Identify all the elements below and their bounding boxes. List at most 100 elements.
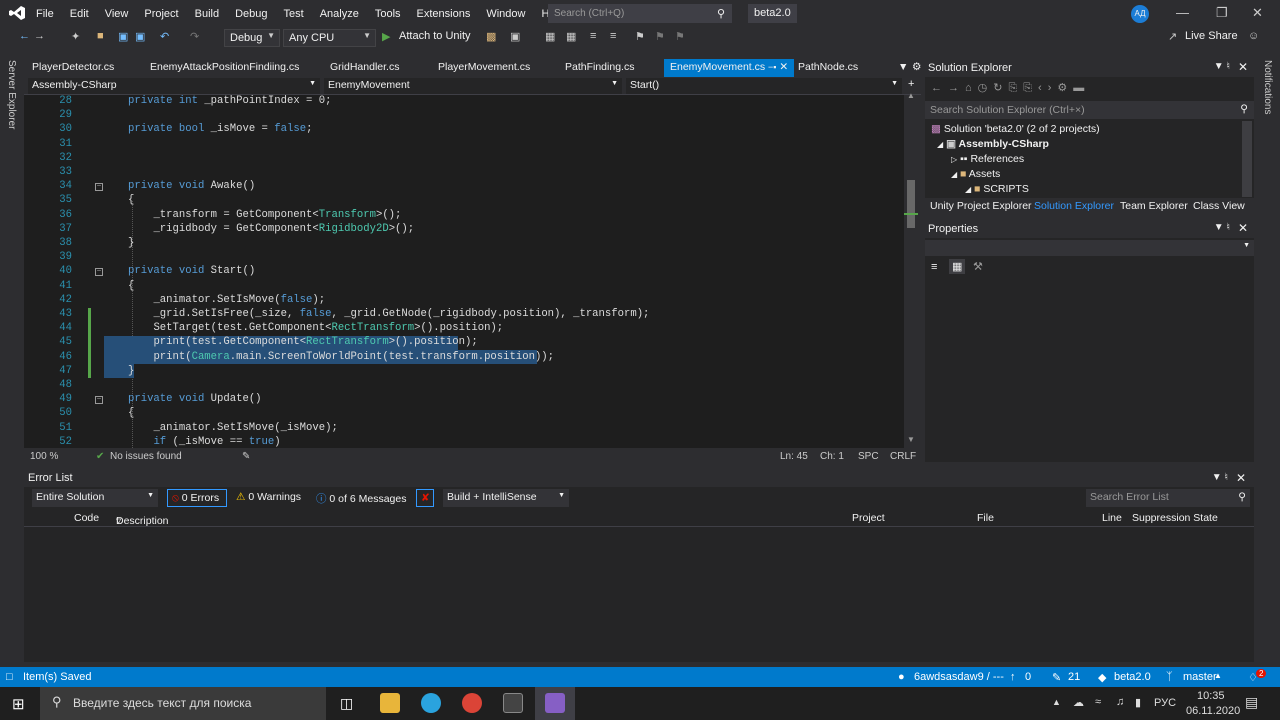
warnings-filter-button[interactable]: ⚠ 0 Warnings [232, 489, 305, 507]
tab-enemy-attack-position[interactable]: EnemyAttackPositionFindiing.cs [144, 59, 305, 77]
messages-filter-button[interactable]: ⓘ 0 of 6 Messages [312, 489, 410, 507]
attach-to-unity-button[interactable]: Attach to Unity [399, 30, 471, 42]
live-share-icon[interactable]: ↗ [1168, 30, 1177, 43]
column-code[interactable]: Code [74, 512, 99, 524]
redo-icon[interactable]: ↷ [190, 30, 199, 43]
tab-grid-handler[interactable]: GridHandler.cs [324, 59, 405, 77]
undo-icon[interactable]: ↶ [160, 30, 169, 43]
code-line[interactable]: 46 print(Camera.main.ScreenToWorldPoint(… [24, 351, 904, 365]
scrollbar-thumb[interactable] [907, 180, 915, 228]
clock-time[interactable]: 10:35 [1197, 690, 1225, 702]
code-line[interactable]: 40 − private void Start() [24, 265, 904, 279]
split-editor-icon[interactable]: + [908, 78, 914, 90]
menu-analyze[interactable]: Analyze [312, 8, 367, 20]
tab-enemy-movement[interactable]: EnemyMovement.cs −▪ ✕ [664, 59, 794, 77]
menu-view[interactable]: View [97, 8, 137, 20]
tree-item-assembly-csharp[interactable]: ◢ ▣ Assembly-CSharp [937, 138, 1049, 150]
screenshot-icon[interactable]: ▣ [510, 30, 520, 43]
chrome-icon[interactable] [462, 693, 482, 713]
scroll-up-icon[interactable]: ▲ [907, 91, 915, 100]
open-folder-icon[interactable]: ■ [97, 30, 104, 42]
code-line[interactable]: 39 [24, 251, 904, 265]
pin-icon[interactable]: ▼ ♮ [1212, 472, 1228, 483]
input-language[interactable]: РУС [1154, 697, 1176, 709]
code-line[interactable]: 49 − private void Update() [24, 393, 904, 407]
class-dropdown[interactable]: EnemyMovement ▼ [324, 78, 622, 94]
properties-object-dropdown[interactable]: ▼ [925, 240, 1254, 256]
close-icon[interactable]: ✕ [1238, 60, 1248, 74]
code-line[interactable]: 50 { [24, 407, 904, 421]
tree-item-scripts[interactable]: ◢ ■ SCRIPTS [965, 183, 1029, 195]
code-line[interactable]: 42 _animator.SetIsMove(false); [24, 294, 904, 308]
tab-class-view[interactable]: Class View [1193, 200, 1245, 212]
next-bookmark-icon[interactable]: ⚑ [675, 30, 685, 43]
tree-item-solution[interactable]: ▩ Solution 'beta2.0' (2 of 2 projects) [931, 123, 1100, 135]
menu-window[interactable]: Window [478, 8, 533, 20]
notifications-tab[interactable]: Notifications [1262, 60, 1273, 114]
taskbar-search-input[interactable]: ⚲ Введите здесь текст для поиска [40, 687, 326, 720]
tab-path-finding[interactable]: PathFinding.cs [559, 59, 640, 77]
member-dropdown[interactable]: Start() ▼ [626, 78, 902, 94]
prev-bookmark-icon[interactable]: ⚑ [655, 30, 665, 43]
tree-item-references[interactable]: ▷ ▪▪ References [951, 153, 1024, 165]
push-count[interactable]: 0 [1025, 671, 1031, 683]
feedback-icon[interactable]: ☺ [1248, 30, 1259, 42]
code-line[interactable]: 36 _transform = GetComponent<Transform>(… [24, 209, 904, 223]
scroll-down-icon[interactable]: ▼ [907, 435, 915, 444]
battery-icon[interactable]: ▮ [1135, 696, 1141, 709]
code-line[interactable]: 35 { [24, 194, 904, 208]
errors-filter-button[interactable]: ⦸ 0 Errors [167, 489, 227, 507]
alphabetical-icon[interactable]: ▦ [949, 259, 966, 274]
bookmark-icon[interactable]: ⚑ [635, 30, 645, 43]
menu-extensions[interactable]: Extensions [409, 8, 479, 20]
code-line[interactable]: 34 − private void Awake() [24, 180, 904, 194]
windows-start-icon[interactable]: ⊞ [12, 695, 25, 713]
tree-scrollbar[interactable] [1242, 121, 1252, 197]
crlf-indicator[interactable]: CRLF [890, 451, 916, 462]
action-center-icon[interactable]: ▤ [1245, 694, 1258, 711]
code-editor[interactable]: 28 private int _pathPointIndex = 0; 29 30 pr… [24, 95, 904, 448]
minimize-icon[interactable]: — [1176, 5, 1189, 20]
save-icon[interactable]: ▣ [118, 30, 128, 43]
code-line[interactable]: 29 [24, 109, 904, 123]
brush-icon[interactable]: ✎ [242, 451, 250, 462]
pin-icon[interactable]: ▼ ♮ [1214, 61, 1230, 72]
tray-expand-icon[interactable]: ▲ [1052, 697, 1061, 707]
code-line[interactable]: 28 private int _pathPointIndex = 0; [24, 95, 904, 109]
unity-icon[interactable] [503, 693, 523, 713]
outdent-icon[interactable]: ≡ [610, 30, 616, 42]
visual-studio-taskbar-button[interactable] [535, 687, 575, 720]
code-line[interactable]: 30 private bool _isMove = false; [24, 123, 904, 137]
filter-icon[interactable]: ▿ [116, 515, 121, 527]
close-icon[interactable]: ✕ [1238, 221, 1248, 235]
tab-unity-project-explorer[interactable]: Unity Project Explorer [930, 200, 1032, 212]
back-icon[interactable]: ← [19, 30, 30, 42]
task-view-icon[interactable]: ◫ [340, 695, 353, 712]
collapse-icon[interactable]: − [95, 396, 103, 405]
pin-icon[interactable]: ▼ ♮ [1214, 222, 1230, 233]
code-line[interactable]: 33 [24, 166, 904, 180]
menu-build[interactable]: Build [187, 8, 227, 20]
server-explorer-tab[interactable]: Server Explorer [6, 60, 17, 129]
repo-branch-name[interactable]: beta2.0 [1114, 671, 1151, 683]
play-icon[interactable]: ▶ [382, 30, 390, 43]
tab-player-movement[interactable]: PlayerMovement.cs [432, 59, 536, 77]
menu-edit[interactable]: Edit [62, 8, 97, 20]
menu-file[interactable]: File [28, 8, 62, 20]
column-line[interactable]: Line [1102, 512, 1122, 524]
tab-path-node[interactable]: PathNode.cs [792, 59, 864, 77]
close-icon[interactable]: ✕ [779, 61, 788, 73]
code-line[interactable]: 31 [24, 138, 904, 152]
save-all-icon[interactable]: ▣ [135, 30, 145, 43]
collapse-icon[interactable]: − [95, 183, 103, 192]
menu-project[interactable]: Project [136, 8, 186, 20]
code-line[interactable]: 52 if (_isMove == true) [24, 436, 904, 448]
cloud-icon[interactable]: ☁ [1073, 696, 1084, 709]
issues-status[interactable]: No issues found [110, 451, 182, 462]
wifi-icon[interactable]: ≈ [1095, 696, 1101, 708]
platform-dropdown[interactable]: Any CPU ▼ [283, 29, 376, 47]
forward-icon[interactable]: → [34, 30, 45, 42]
close-icon[interactable]: ✕ [1236, 471, 1246, 485]
expand-icon[interactable]: ◢ [937, 140, 943, 149]
solution-explorer-toolbar-icons[interactable]: ←→⌂◷↻⎘⎘‹›⚙▬ [931, 81, 1090, 95]
